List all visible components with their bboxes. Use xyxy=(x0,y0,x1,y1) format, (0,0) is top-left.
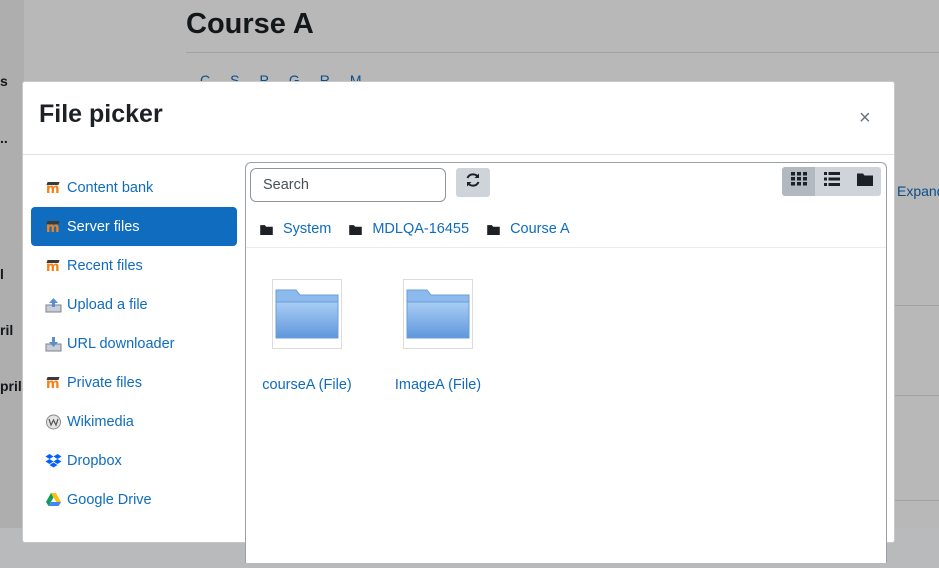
breadcrumb-item: MDLQA-16455 xyxy=(349,221,469,237)
file-name: ImageA (File) xyxy=(394,377,482,393)
repo-private-files[interactable]: m Private files xyxy=(31,363,237,402)
upload-icon xyxy=(45,297,63,313)
file-item[interactable]: courseA (File) xyxy=(252,279,362,393)
repo-label: Server files xyxy=(67,218,140,235)
modal-header: File picker × xyxy=(23,82,894,155)
modal-title: File picker xyxy=(39,100,163,128)
view-list-button[interactable] xyxy=(815,167,848,196)
refresh-icon xyxy=(465,172,481,193)
repo-google-drive[interactable]: Google Drive xyxy=(31,480,237,519)
search-input[interactable] xyxy=(250,168,446,202)
repo-label: Private files xyxy=(67,374,142,391)
view-icons-button[interactable] xyxy=(782,167,815,196)
google-drive-icon xyxy=(45,492,63,508)
folder-icon xyxy=(406,289,470,339)
repo-upload-file[interactable]: Upload a file xyxy=(31,285,237,324)
repo-server-files[interactable]: m Server files xyxy=(31,207,237,246)
moodle-icon: m xyxy=(46,181,60,197)
file-listing: courseA (File) ImageA (File) xyxy=(246,247,886,568)
repo-label: Content bank xyxy=(67,179,154,196)
repo-dropbox[interactable]: Dropbox xyxy=(31,441,237,480)
view-mode-toggle xyxy=(782,167,881,196)
moodle-icon: m xyxy=(46,376,60,392)
file-thumbnail xyxy=(403,279,473,349)
repo-label: Google Drive xyxy=(67,491,152,508)
repo-label: Dropbox xyxy=(67,452,122,469)
file-picker-dialog: File picker × m Content bank m Server fi… xyxy=(22,81,895,563)
close-button[interactable]: × xyxy=(859,108,871,128)
breadcrumb-item: Course A xyxy=(487,221,570,237)
folder-icon xyxy=(260,224,273,235)
file-thumbnail xyxy=(272,279,342,349)
file-item[interactable]: ImageA (File) xyxy=(383,279,493,393)
moodle-icon: m xyxy=(46,259,60,275)
breadcrumb-link[interactable]: System xyxy=(283,221,331,237)
url-downloader-icon xyxy=(45,336,63,352)
file-name: courseA (File) xyxy=(262,377,352,393)
folder-icon xyxy=(349,224,363,235)
folder-icon xyxy=(487,224,500,235)
repo-url-downloader[interactable]: URL downloader xyxy=(31,324,237,363)
breadcrumb-link[interactable]: Course A xyxy=(510,221,570,237)
folder-icon xyxy=(275,289,339,339)
repo-content-bank[interactable]: m Content bank xyxy=(31,168,237,207)
repo-recent-files[interactable]: m Recent files xyxy=(31,246,237,285)
moodle-icon: m xyxy=(46,220,60,236)
folder-icon xyxy=(856,172,873,191)
breadcrumb-link[interactable]: MDLQA-16455 xyxy=(372,221,469,237)
repo-label: Recent files xyxy=(67,257,143,274)
repository-list: m Content bank m Server files m Recent f… xyxy=(31,168,237,519)
repo-label: URL downloader xyxy=(67,335,175,352)
file-browser-panel: System MDLQA-16455 Course A courseA (Fil… xyxy=(245,162,887,563)
view-tree-button[interactable] xyxy=(848,167,881,196)
repo-label: Upload a file xyxy=(67,296,148,313)
repo-wikimedia[interactable]: Wikimedia xyxy=(31,402,237,441)
list-icon xyxy=(823,172,840,191)
refresh-button[interactable] xyxy=(456,168,490,197)
breadcrumb: System MDLQA-16455 Course A xyxy=(260,221,588,237)
dropbox-icon xyxy=(45,453,63,469)
wikimedia-icon xyxy=(45,414,63,430)
breadcrumb-item: System xyxy=(260,221,331,237)
repo-label: Wikimedia xyxy=(67,413,134,430)
grid-icon xyxy=(790,172,807,191)
